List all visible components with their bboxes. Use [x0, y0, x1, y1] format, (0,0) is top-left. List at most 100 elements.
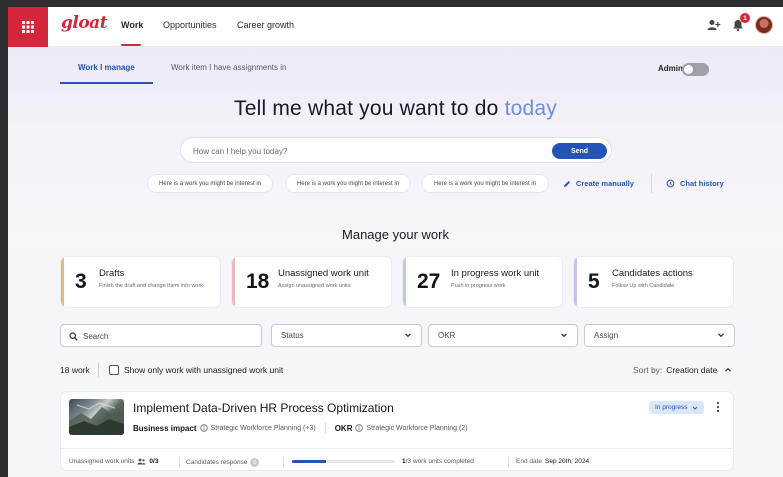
card-accent — [232, 257, 235, 307]
app-frame: gloat Work Opportunities Career growth 1 — [8, 7, 783, 477]
divider — [324, 423, 326, 433]
suggestion-chip[interactable]: Here is a work you might be interest in — [285, 174, 411, 193]
chevron-down-icon — [561, 333, 567, 338]
chat-history-button[interactable]: Chat history — [666, 179, 724, 188]
work-card[interactable]: Implement Data-Driven HR Process Optimiz… — [60, 391, 735, 472]
work-count: 18 work — [60, 365, 90, 375]
hero-section: Work I manage Work item I have assignmen… — [8, 47, 783, 247]
status-select-label: Status — [281, 331, 304, 340]
unassigned-units: Unassigned work units 0/3 — [69, 458, 158, 465]
nav-active-indicator — [121, 44, 141, 46]
status-value: In progress — [655, 404, 688, 411]
divider — [179, 456, 180, 467]
section-title: Manage your work — [342, 227, 449, 242]
subtabs: Work I manage Work item I have assignmen… — [60, 57, 780, 85]
card-number: 18 — [246, 270, 270, 293]
card-description: Follow Up with Candidate — [612, 283, 675, 289]
end-date: End date Sep 20th, 2024 — [516, 458, 589, 465]
unassigned-only-label[interactable]: Show only work with unassigned work unit — [124, 365, 283, 375]
prompt-box: Send — [180, 137, 612, 163]
work-thumbnail — [69, 399, 124, 435]
okr-select[interactable]: OKR — [428, 324, 578, 347]
unassigned-value: 0/3 — [149, 458, 159, 465]
divider — [508, 456, 509, 467]
suggestion-chip[interactable]: Here is a work you might be interest in — [147, 174, 273, 193]
card-number: 5 — [588, 270, 600, 293]
nav-icons: 1 — [707, 13, 773, 34]
nav-work[interactable]: Work — [121, 20, 143, 30]
card-accent — [61, 257, 64, 307]
info-icon[interactable] — [355, 424, 364, 432]
assign-select-label: Assign — [594, 331, 619, 340]
headline-highlight: today — [504, 97, 557, 120]
notification-badge: 1 — [740, 13, 750, 23]
work-card-footer: Unassigned work units 0/3 Candidates res… — [61, 448, 735, 472]
unassigned-only-checkbox[interactable] — [109, 365, 119, 375]
summary-card-candidates[interactable]: 5 Candidates actions Follow Up with Cand… — [573, 256, 734, 308]
info-icon[interactable] — [199, 424, 208, 432]
top-nav: gloat Work Opportunities Career growth 1 — [8, 7, 783, 47]
sort-control[interactable]: Sort by: Creation date — [633, 365, 732, 375]
people-icon — [137, 458, 146, 465]
sort-value: Creation date — [666, 365, 718, 375]
summary-card-in-progress[interactable]: 27 In progress work unit Push in progres… — [402, 256, 563, 308]
progress-fill — [292, 460, 326, 463]
prompt-input[interactable] — [193, 144, 533, 158]
end-date-label: End date — [516, 458, 543, 465]
status-select[interactable]: Status — [271, 324, 422, 347]
nav-opportunities[interactable]: Opportunities — [163, 20, 217, 30]
create-manually-button[interactable]: Create manually — [563, 179, 634, 188]
end-date-value: Sep 20th, 2024 — [545, 458, 590, 465]
card-description: Push in progress work — [451, 283, 506, 289]
work-meta: Business impact Strategic Workforce Plan… — [133, 423, 468, 433]
okr-value: Strategic Workforce Planning (2) — [366, 424, 468, 432]
okr-label: OKR — [334, 423, 353, 433]
candidates-label: Candidates response — [186, 459, 248, 466]
completed-label: /3 work units completed — [405, 458, 474, 465]
business-impact-label: Business impact — [133, 423, 197, 433]
notifications-button[interactable]: 1 — [731, 13, 750, 32]
logo[interactable]: gloat — [61, 13, 108, 33]
card-title: Unassigned work unit — [278, 268, 369, 279]
work-title[interactable]: Implement Data-Driven HR Process Optimiz… — [133, 401, 394, 415]
search-field[interactable] — [60, 324, 262, 347]
okr-select-label: OKR — [438, 331, 456, 340]
candidates-count-badge: 0 — [250, 458, 260, 467]
assign-select[interactable]: Assign — [584, 324, 735, 347]
card-title: Candidates actions — [612, 268, 693, 279]
completion-text: 1/3 work units completed — [402, 458, 474, 465]
create-manually-label: Create manually — [576, 179, 634, 188]
search-input[interactable] — [83, 330, 253, 342]
card-number: 27 — [417, 270, 441, 293]
tab-work-i-manage[interactable]: Work I manage — [78, 63, 135, 72]
card-accent — [403, 257, 406, 307]
nav-career-growth[interactable]: Career growth — [237, 20, 294, 30]
send-button[interactable]: Send — [552, 143, 607, 159]
status-dropdown[interactable]: In progress — [649, 401, 704, 414]
chevron-down-icon — [405, 333, 411, 338]
suggestion-chip[interactable]: Here is a work you might be interest in — [421, 174, 549, 193]
card-title: In progress work unit — [451, 268, 540, 279]
chat-history-label: Chat history — [680, 179, 724, 188]
avatar[interactable] — [755, 16, 773, 34]
headline-text: Tell me what you want to do — [234, 97, 499, 120]
pencil-icon — [564, 180, 570, 187]
more-options-icon[interactable] — [716, 401, 720, 413]
tab-work-item-assignments[interactable]: Work item I have assignments in — [171, 63, 286, 72]
chevron-down-icon — [718, 333, 724, 338]
search-icon — [69, 332, 78, 341]
page-headline: Tell me what you want to do today — [8, 97, 783, 121]
card-description: Assign unassigned work units — [278, 283, 351, 289]
summary-card-drafts[interactable]: 3 Drafts Finish the draft and change the… — [60, 256, 221, 308]
divider — [98, 363, 99, 377]
chevron-up-icon — [725, 367, 732, 372]
admin-label: Admin — [658, 64, 683, 73]
add-user-icon[interactable] — [707, 19, 721, 31]
apps-grid-icon[interactable] — [8, 7, 48, 47]
summary-card-unassigned[interactable]: 18 Unassigned work unit Assign unassigne… — [231, 256, 392, 308]
business-impact-value: Strategic Workforce Planning (+3) — [210, 424, 316, 432]
subtab-active-indicator — [60, 82, 153, 84]
card-description: Finish the draft and change them into wo… — [99, 283, 203, 289]
admin-toggle[interactable] — [682, 63, 709, 76]
card-accent — [574, 257, 577, 307]
